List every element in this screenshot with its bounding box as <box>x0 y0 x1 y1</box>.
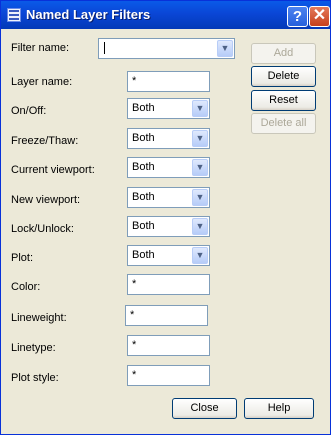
new-viewport-label: New viewport: <box>11 194 81 206</box>
plot-value: Both <box>132 249 155 261</box>
filter-name-label: Filter name: <box>11 42 70 54</box>
layer-name-label: Layer name: <box>11 76 73 88</box>
chevron-down-icon[interactable]: ▼ <box>192 159 208 176</box>
current-viewport-label: Current viewport: <box>11 164 95 176</box>
current-viewport-select[interactable]: Both ▼ <box>127 157 210 178</box>
add-button[interactable]: Add <box>251 43 316 64</box>
help-button[interactable]: Help <box>244 398 314 419</box>
chevron-down-icon[interactable]: ▼ <box>192 100 208 117</box>
lock-unlock-value: Both <box>132 220 155 232</box>
title-bar: Named Layer Filters ? ✕ <box>1 1 330 29</box>
named-layer-filters-dialog: Named Layer Filters ? ✕ Filter name: ▼ L… <box>0 0 331 435</box>
on-off-value: Both <box>132 102 155 114</box>
freeze-thaw-select[interactable]: Both ▼ <box>127 128 210 149</box>
delete-all-button[interactable]: Delete all <box>251 113 316 134</box>
linetype-label: Linetype: <box>11 342 56 354</box>
on-off-select[interactable]: Both ▼ <box>127 98 210 119</box>
linetype-field[interactable]: * <box>127 335 210 356</box>
close-button[interactable]: Close <box>172 398 237 419</box>
filter-name-combo[interactable]: ▼ <box>98 38 235 59</box>
delete-button[interactable]: Delete <box>251 66 316 87</box>
color-label: Color: <box>11 281 41 293</box>
chevron-down-icon[interactable]: ▼ <box>192 247 208 264</box>
chevron-down-icon[interactable]: ▼ <box>192 218 208 235</box>
new-viewport-select[interactable]: Both ▼ <box>127 187 210 208</box>
app-icon <box>7 8 21 22</box>
current-viewport-value: Both <box>132 161 155 173</box>
lineweight-field[interactable]: * <box>125 305 208 326</box>
help-icon[interactable]: ? <box>287 6 308 27</box>
close-icon[interactable]: ✕ <box>309 6 330 27</box>
new-viewport-value: Both <box>132 191 155 203</box>
lineweight-label: Lineweight: <box>11 312 67 324</box>
freeze-thaw-value: Both <box>132 132 155 144</box>
lock-unlock-select[interactable]: Both ▼ <box>127 216 210 237</box>
color-field[interactable]: * <box>127 274 210 295</box>
chevron-down-icon[interactable]: ▼ <box>217 40 233 57</box>
plot-label: Plot: <box>11 252 34 264</box>
reset-button[interactable]: Reset <box>251 90 316 111</box>
chevron-down-icon[interactable]: ▼ <box>192 130 208 147</box>
layer-name-field[interactable]: * <box>127 71 210 92</box>
freeze-thaw-label: Freeze/Thaw: <box>11 135 79 147</box>
plot-style-label: Plot style: <box>11 372 59 384</box>
text-caret <box>104 42 105 55</box>
plot-style-field[interactable]: * <box>127 365 210 386</box>
chevron-down-icon[interactable]: ▼ <box>192 189 208 206</box>
lock-unlock-label: Lock/Unlock: <box>11 223 74 235</box>
plot-select[interactable]: Both ▼ <box>127 245 210 266</box>
on-off-label: On/Off: <box>11 105 47 117</box>
window-title: Named Layer Filters <box>26 7 151 22</box>
